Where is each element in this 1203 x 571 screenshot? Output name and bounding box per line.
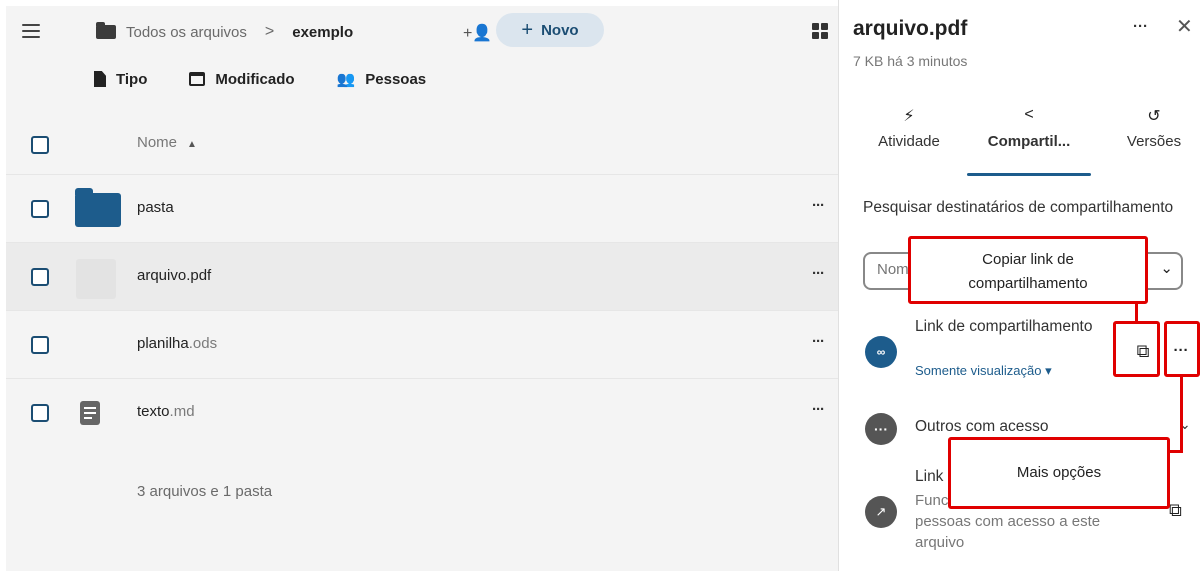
file-list-header: Nome ▲ (6, 114, 838, 170)
menu-icon[interactable] (22, 24, 40, 38)
file-extension: .md (169, 403, 195, 420)
link-icon: ∞ (865, 336, 897, 368)
more-options-highlight (1164, 321, 1200, 377)
active-tab-indicator (967, 173, 1091, 176)
row-checkbox[interactable] (31, 268, 49, 286)
sidebar-title: arquivo.pdf (853, 17, 968, 40)
filter-people-label: Pessoas (365, 70, 427, 88)
file-name[interactable]: planilha.ods (137, 335, 217, 352)
tab-versions-label: Versões (1126, 133, 1182, 150)
close-icon[interactable]: ✕ (1176, 14, 1193, 39)
sidebar-more-icon[interactable]: ··· (1133, 18, 1148, 35)
more-actions-icon[interactable]: ··· (812, 197, 825, 214)
chevron-down-icon[interactable]: ⌄ (1160, 259, 1173, 277)
top-bar: Todos os arquivos > exemplo +👤 + Novo (6, 6, 838, 58)
file-name[interactable]: pasta (137, 199, 174, 216)
row-checkbox[interactable] (31, 336, 49, 354)
share-link-title: Link de compartilhamento (915, 318, 1093, 335)
file-row-planilha[interactable]: planilha.ods ··· (6, 310, 838, 379)
internal-copy-icon[interactable]: ⧉ (1169, 500, 1182, 521)
chevron-right-icon: > (264, 23, 275, 40)
others-icon: ··· (865, 413, 897, 445)
filter-modified[interactable]: Modificado (189, 70, 295, 88)
caret-down-icon: ▾ (1045, 363, 1052, 378)
share-search-label: Pesquisar destinatários de compartilhame… (863, 199, 1174, 216)
sidebar-subtitle: 7 KB há 3 minutos (853, 53, 968, 69)
tab-activity-label: Atividade (878, 133, 940, 150)
file-name[interactable]: arquivo.pdf (137, 267, 211, 284)
file-basename: arquivo.pdf (137, 267, 212, 284)
tab-activity[interactable]: ⚡︎ Atividade (859, 106, 959, 150)
sort-ascending-icon: ▲ (187, 139, 197, 150)
copy-link-callout: Copiar link de compartilhamento (908, 236, 1148, 304)
people-icon: 👥 (336, 71, 356, 88)
file-basename: texto (137, 403, 170, 420)
more-actions-icon[interactable]: ··· (812, 265, 825, 282)
folder-icon (75, 188, 121, 227)
file-type-icon (94, 71, 106, 87)
tab-versions[interactable]: ↺ Versões (1104, 106, 1203, 150)
callout-connector (1180, 377, 1183, 452)
row-checkbox[interactable] (31, 404, 49, 422)
plus-icon: + (521, 18, 534, 41)
file-row-arquivo[interactable]: arquivo.pdf ··· (6, 242, 838, 311)
file-basename: planilha (137, 335, 189, 352)
calendar-icon (189, 72, 206, 86)
column-name-header[interactable]: Nome ▲ (137, 134, 197, 151)
column-name-label: Nome (137, 134, 178, 151)
more-actions-icon[interactable]: ··· (812, 401, 825, 418)
file-browser: Todos os arquivos > exemplo +👤 + Novo Ti… (6, 6, 838, 571)
file-row-pasta[interactable]: pasta ··· (6, 174, 838, 243)
filter-type-label: Tipo (116, 70, 148, 88)
file-name[interactable]: texto.md (137, 403, 195, 420)
breadcrumb: Todos os arquivos > exemplo (96, 18, 353, 46)
more-actions-icon[interactable]: ··· (812, 333, 825, 350)
file-basename: pasta (137, 199, 174, 216)
breadcrumb-root[interactable]: Todos os arquivos (126, 24, 247, 41)
permission-label: Somente visualização (915, 363, 1042, 378)
text-document-icon (80, 401, 100, 425)
select-all-checkbox[interactable] (31, 136, 49, 154)
tab-sharing-label: Compartil... (987, 133, 1071, 150)
callout-connector (1135, 303, 1138, 323)
add-user-icon[interactable]: +👤 (463, 23, 492, 43)
filter-type[interactable]: Tipo (94, 71, 147, 88)
row-checkbox[interactable] (31, 200, 49, 218)
filter-bar: Tipo Modificado 👥 Pessoas (94, 70, 468, 88)
callout-text: Copiar link de compartilhamento (968, 251, 1088, 292)
filter-modified-label: Modificado (215, 70, 295, 88)
pdf-thumbnail (76, 259, 116, 299)
lightning-icon: ⚡︎ (903, 108, 915, 125)
file-extension: .ods (188, 335, 218, 352)
file-list-summary: 3 arquivos e 1 pasta (137, 483, 273, 500)
grid-view-icon[interactable] (812, 23, 828, 39)
new-button-label: Novo (541, 21, 579, 39)
filter-people[interactable]: 👥 Pessoas (336, 70, 427, 89)
copy-link-highlight (1113, 321, 1160, 377)
others-with-access[interactable]: Outros com acesso (915, 418, 1049, 436)
callout-text: Mais opções (1016, 464, 1102, 481)
new-button[interactable]: + Novo (496, 13, 604, 47)
tab-sharing[interactable]: < Compartil... (979, 106, 1079, 150)
more-options-callout: Mais opções (948, 437, 1170, 509)
external-link-icon: ↗ (865, 496, 897, 528)
history-icon: ↺ (1147, 108, 1161, 125)
folder-icon (96, 22, 116, 39)
share-icon: < (1024, 106, 1034, 123)
file-row-texto[interactable]: texto.md ··· (6, 378, 838, 447)
breadcrumb-current[interactable]: exemplo (292, 24, 353, 41)
share-link-permission[interactable]: Somente visualização ▾ (915, 363, 1052, 379)
